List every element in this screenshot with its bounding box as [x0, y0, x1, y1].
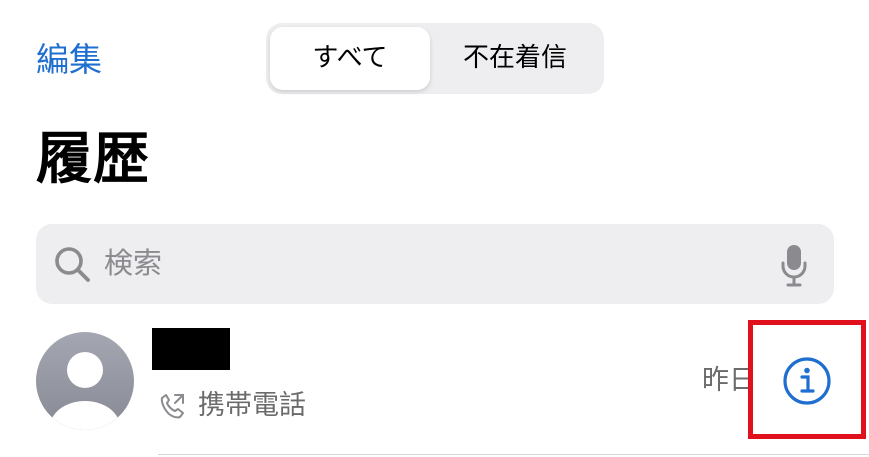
search-field[interactable]: 検索	[36, 224, 834, 304]
page-title: 履歴	[36, 127, 150, 192]
edit-button[interactable]: 編集	[36, 38, 102, 82]
contact-name-redacted	[152, 328, 230, 370]
contact-avatar-icon	[36, 332, 134, 430]
microphone-icon[interactable]	[780, 244, 808, 288]
segmented-control: すべて 不在着信	[266, 23, 604, 94]
search-icon	[55, 247, 90, 282]
call-type-label: 携帯電話	[198, 390, 306, 421]
search-placeholder: 検索	[104, 246, 163, 280]
segment-missed[interactable]: 不在着信	[430, 27, 600, 90]
phone-outgoing-icon	[160, 394, 184, 419]
recent-call-row[interactable]: 携帯電話 昨日	[0, 318, 869, 457]
row-separator	[158, 454, 869, 455]
segment-all[interactable]: すべて	[270, 27, 430, 90]
call-type: 携帯電話	[158, 388, 306, 424]
highlight-box	[748, 320, 866, 439]
